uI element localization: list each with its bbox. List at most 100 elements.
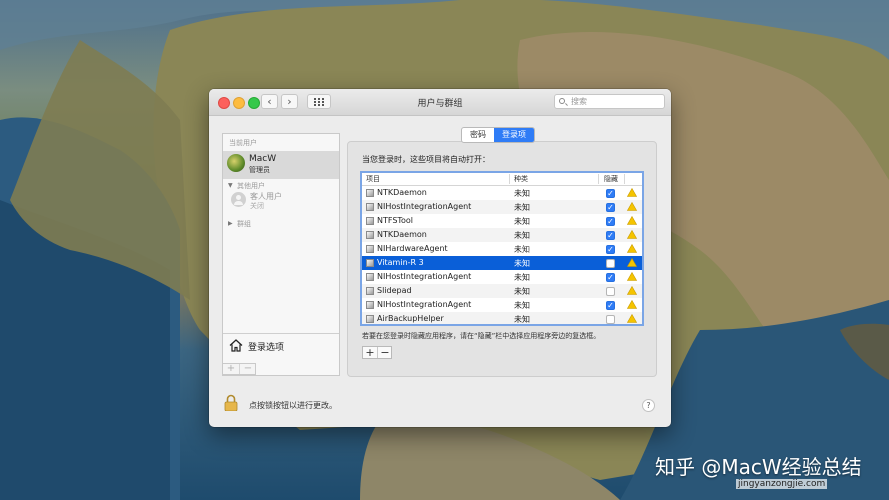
app-icon [366,259,374,267]
guest-user-state: 关闭 [250,202,264,210]
hide-checkbox[interactable] [606,315,615,324]
item-name: NIHostIntegrationAgent [377,300,472,309]
watermark-url: jingyanzongjie.com [736,479,828,489]
app-icon [366,217,374,225]
warning-icon [627,258,637,267]
hide-checkbox[interactable]: ✓ [606,203,615,212]
warning-icon [627,230,637,239]
watermark-brand: 知乎 @MacW经验总结 [655,455,862,479]
item-name: NTKDaemon [377,188,427,197]
table-row[interactable]: NIHostIntegrationAgent 未知 ✓ [362,200,642,214]
watermark-center: www.MacW.com [446,242,547,255]
titlebar: ‹ › 用户与群组 搜索 [209,89,671,116]
hide-checkbox[interactable]: ✓ [606,301,615,310]
warning-icon [627,300,637,309]
guest-avatar-icon [231,192,246,207]
login-items-add-remove: + − [362,346,392,359]
item-kind: 未知 [514,315,530,324]
help-button[interactable]: ? [642,399,655,412]
column-header-hide[interactable]: 隐藏 [604,174,618,184]
item-kind: 未知 [514,301,530,310]
app-icon [366,315,374,323]
table-row[interactable]: NIHostIntegrationAgent 未知 ✓ [362,298,642,312]
tab-password[interactable]: 密码 [462,128,494,142]
app-icon [366,287,374,295]
disclosure-triangle-down-icon[interactable]: ▼ [228,182,233,189]
table-row[interactable]: Vitamin-R 3 未知 [362,256,642,270]
item-name: NIHardwareAgent [377,244,448,253]
hide-checkbox[interactable] [606,287,615,296]
item-kind: 未知 [514,273,530,282]
column-header-item[interactable]: 项目 [366,174,380,184]
search-field[interactable]: 搜索 [554,94,665,109]
house-icon [229,339,243,352]
item-name: NTKDaemon [377,230,427,239]
app-icon [366,301,374,309]
warning-icon [627,244,637,253]
item-kind: 未知 [514,189,530,198]
current-users-header: 当前用户 [229,139,257,147]
groups-header[interactable]: 群组 [237,219,251,229]
login-options-label: 登录选项 [248,343,285,353]
app-icon [366,231,374,239]
warning-icon [627,272,637,281]
other-users-header: 其他用户 [237,182,265,190]
table-row[interactable]: Slidepad 未知 [362,284,642,298]
hide-checkbox[interactable]: ✓ [606,217,615,226]
hide-checkbox[interactable]: ✓ [606,273,615,282]
hide-hint-text: 若要在您登录时隐藏应用程序，请在“隐藏”栏中选择应用程序旁边的复选框。 [362,332,601,340]
users-groups-window: ‹ › 用户与群组 搜索 当前用户 MacW 管理员 ▼ 其他用户 客人用户 关… [209,89,671,427]
login-options-item[interactable]: 登录选项 [223,333,339,358]
hide-checkbox[interactable] [606,259,615,268]
tab-switcher: 密码 登录项 [461,127,535,143]
user-row-macw[interactable]: MacW 管理员 [223,151,339,179]
item-kind: 未知 [514,259,530,268]
warning-icon [627,202,637,211]
remove-user-button[interactable]: − [239,364,256,374]
table-row[interactable]: NIHostIntegrationAgent 未知 ✓ [362,270,642,284]
search-icon [559,98,565,104]
sidebar-add-remove: + − [222,363,256,375]
item-kind: 未知 [514,231,530,240]
table-row[interactable]: NTFSTool 未知 ✓ [362,214,642,228]
table-row[interactable]: NTKDaemon 未知 ✓ [362,186,642,200]
column-divider [598,174,599,184]
warning-icon [627,188,637,197]
column-header-kind[interactable]: 种类 [514,174,528,184]
item-name: NTFSTool [377,216,413,225]
app-icon [366,203,374,211]
user-role: 管理员 [249,166,270,174]
add-login-item-button[interactable]: + [363,347,377,358]
warning-icon [627,286,637,295]
remove-login-item-button[interactable]: − [377,347,392,358]
user-name: MacW [249,154,277,164]
users-sidebar: 当前用户 MacW 管理员 ▼ 其他用户 客人用户 关闭 ▶ 群组 登录选项 [222,133,340,376]
tab-login-items[interactable]: 登录项 [494,128,534,142]
item-kind: 未知 [514,203,530,212]
table-header: 项目 种类 隐藏 [362,173,642,186]
item-name: AirBackupHelper [377,314,444,323]
app-icon [366,189,374,197]
item-kind: 未知 [514,217,530,226]
column-divider [509,174,510,184]
hide-checkbox[interactable]: ✓ [606,245,615,254]
app-icon [366,245,374,253]
hide-checkbox[interactable]: ✓ [606,231,615,240]
warning-icon [627,216,637,225]
search-placeholder: 搜索 [571,97,587,106]
table-row[interactable]: AirBackupHelper 未知 [362,312,642,324]
item-name: NIHostIntegrationAgent [377,272,472,281]
hide-checkbox[interactable]: ✓ [606,189,615,198]
item-name: Slidepad [377,286,412,295]
column-divider [624,174,625,184]
lock-hint-text: 点按锁按钮以进行更改。 [249,401,337,410]
app-icon [366,273,374,281]
disclosure-triangle-right-icon[interactable]: ▶ [228,220,233,227]
warning-icon [627,314,637,323]
add-user-button[interactable]: + [223,364,239,374]
lock-icon[interactable] [224,394,238,411]
table-row[interactable]: NTKDaemon 未知 ✓ [362,228,642,242]
item-kind: 未知 [514,287,530,296]
login-items-subtitle: 当您登录时，这些项目将自动打开： [362,155,490,164]
item-name: Vitamin-R 3 [377,258,424,267]
